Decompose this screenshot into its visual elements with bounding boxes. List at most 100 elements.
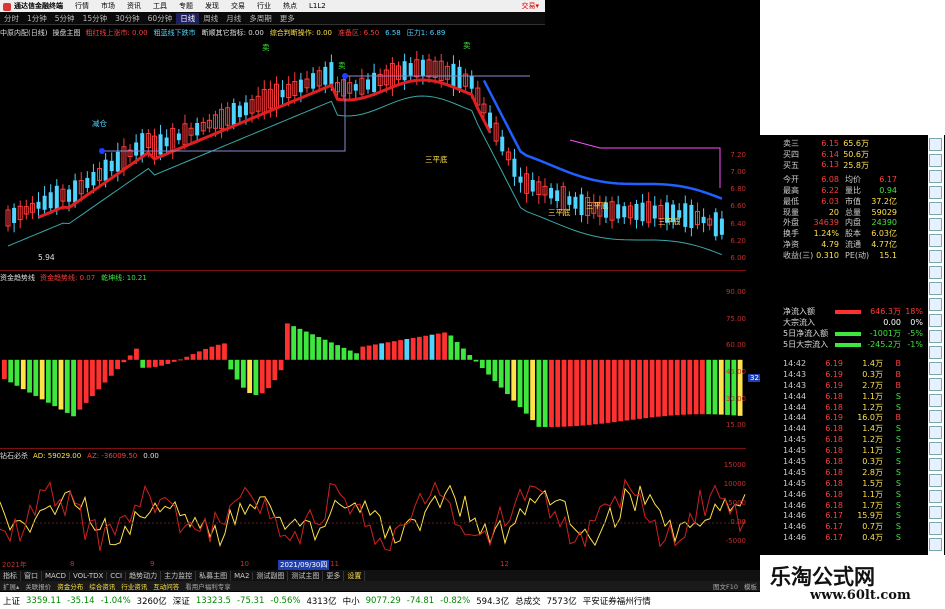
indicator-tab[interactable]: 趋势动力 xyxy=(126,570,162,581)
period-9[interactable]: 多周期 xyxy=(245,13,276,24)
info-tab-right[interactable]: 图文F10 xyxy=(710,583,741,591)
menu-item[interactable]: 发现 xyxy=(199,1,225,11)
side-tool-icon[interactable] xyxy=(929,458,942,471)
menu-item[interactable]: L1L2 xyxy=(303,2,332,10)
indicator-tab[interactable]: 更多 xyxy=(323,570,345,581)
side-tool-icon[interactable] xyxy=(929,442,942,455)
side-tool-icon[interactable] xyxy=(929,266,942,279)
info-tab[interactable]: 行业资讯 xyxy=(118,581,150,591)
main-indicator-name[interactable]: 操盘主图 xyxy=(52,28,80,38)
side-tool-icon[interactable] xyxy=(929,426,942,439)
period-5[interactable]: 60分钟 xyxy=(144,13,177,24)
fund-trend-chart[interactable] xyxy=(0,283,746,448)
indicator-param: 6.58 xyxy=(385,28,401,37)
info-tab-right[interactable]: 模板 xyxy=(741,583,760,591)
status-item: 中小 xyxy=(342,596,360,607)
menu-item[interactable]: 交易 xyxy=(225,1,251,11)
menu-item[interactable]: 资讯 xyxy=(121,1,147,11)
period-10[interactable]: 更多 xyxy=(276,13,299,24)
stat-value: 59029 xyxy=(871,207,897,217)
stat-value: 4.77亿 xyxy=(871,240,897,250)
side-tool-icon[interactable] xyxy=(929,410,942,423)
side-tool-icon[interactable] xyxy=(929,378,942,391)
side-tool-icon[interactable] xyxy=(929,282,942,295)
side-tool-icon[interactable] xyxy=(929,394,942,407)
tick-price: 6.18 xyxy=(825,467,843,477)
trade-menu-link[interactable]: 交易▾ xyxy=(515,1,545,11)
candle-body xyxy=(518,176,523,183)
indicator-tab[interactable]: 设置 xyxy=(344,570,366,581)
period-3[interactable]: 15分钟 xyxy=(79,13,112,24)
indicator-param: AD: 59029.00 xyxy=(33,451,82,460)
indicator-tab[interactable]: 主力监控 xyxy=(161,570,197,581)
menu-item[interactable]: 行业 xyxy=(251,1,277,11)
side-tool-icon[interactable] xyxy=(929,506,942,519)
indicator-tab[interactable]: 测试副图 xyxy=(253,570,289,581)
indicator-tab[interactable]: 指标 xyxy=(0,570,21,581)
diamond-kill-chart[interactable] xyxy=(0,461,746,559)
side-tool-icon[interactable] xyxy=(929,154,942,167)
fund-bar xyxy=(580,359,586,426)
tick-row: 14:45 6.18 1.1万 S xyxy=(783,445,913,456)
info-tab[interactable]: 资金分布 xyxy=(54,581,86,591)
indicator-tab[interactable]: MACD xyxy=(42,571,70,580)
tick-price: 6.18 xyxy=(825,435,843,445)
fund-bar xyxy=(561,359,567,427)
menu-item[interactable]: 行情 xyxy=(69,1,95,11)
info-tab[interactable]: 互动问答 xyxy=(150,581,182,591)
sell-label: 卖 xyxy=(262,43,270,52)
tick-time: 14:42 xyxy=(783,358,807,368)
side-tool-icon[interactable] xyxy=(929,202,942,215)
candlestick-chart[interactable]: 减仓卖卖卖三平底三平底三平底三平底5.94 xyxy=(0,38,746,270)
period-4[interactable]: 30分钟 xyxy=(111,13,144,24)
period-8[interactable]: 月线 xyxy=(222,13,245,24)
period-2[interactable]: 5分钟 xyxy=(51,13,79,24)
candle-body xyxy=(512,158,517,177)
menu-item[interactable]: 热点 xyxy=(277,1,303,11)
sell-label: 卖 xyxy=(338,61,346,70)
menu-item[interactable]: 专题 xyxy=(173,1,199,11)
info-tab[interactable]: 关联报价 xyxy=(22,581,54,591)
side-tool-icon[interactable] xyxy=(929,362,942,375)
stat-label: 总量 xyxy=(845,207,861,217)
fund-bar xyxy=(259,359,265,394)
tick-row: 14:46 6.17 0.7万 S xyxy=(783,521,913,532)
side-tool-icon[interactable] xyxy=(929,218,942,231)
indicator-tab[interactable]: 测试主图 xyxy=(288,570,324,581)
period-0[interactable]: 分时 xyxy=(0,13,23,24)
low-indicator-name[interactable]: 钻石必杀 xyxy=(0,451,28,461)
indicator-tab[interactable]: VOL-TDX xyxy=(70,571,108,580)
tick-direction: S xyxy=(895,391,901,401)
side-tool-icon[interactable] xyxy=(929,490,942,503)
side-tool-icon[interactable] xyxy=(929,186,942,199)
side-tool-icon[interactable] xyxy=(929,250,942,263)
period-1[interactable]: 1分钟 xyxy=(23,13,51,24)
info-tab[interactable]: 看用户福利专享 xyxy=(182,581,234,591)
menu-item[interactable]: 市场 xyxy=(95,1,121,11)
side-tool-icon[interactable] xyxy=(929,298,942,311)
info-tab[interactable]: 扩展▴ xyxy=(0,581,22,591)
side-tool-icon[interactable] xyxy=(929,314,942,327)
indicator-tab[interactable]: CCI xyxy=(107,571,127,580)
side-tool-icon[interactable] xyxy=(929,330,942,343)
info-tab[interactable]: 综合资讯 xyxy=(86,581,118,591)
side-tool-icon[interactable] xyxy=(929,474,942,487)
side-tool-icon[interactable] xyxy=(929,538,942,551)
indicator-tab[interactable]: MA2 xyxy=(231,571,254,580)
side-tool-icon[interactable] xyxy=(929,138,942,151)
indicator-tab[interactable]: 私募主图 xyxy=(196,570,232,581)
period-6[interactable]: 日线 xyxy=(176,12,200,24)
mid-indicator-name[interactable]: 资金趋势线 xyxy=(0,273,35,283)
side-tool-icon[interactable] xyxy=(929,522,942,535)
period-7[interactable]: 周线 xyxy=(199,13,222,24)
side-tool-icon[interactable] xyxy=(929,234,942,247)
side-tool-icon[interactable] xyxy=(929,346,942,359)
tick-list[interactable]: 14:42 6.19 1.4万 B 14:43 6.19 0.3万 B 14:43 6.19 2.7… xyxy=(783,358,913,543)
fund-bar xyxy=(630,359,636,420)
menu-item[interactable]: 工具 xyxy=(147,1,173,11)
app-title: 通达信金融终端 xyxy=(0,1,69,11)
indicator-tab[interactable]: 窗口 xyxy=(21,570,42,581)
tick-direction: S xyxy=(895,446,901,456)
flow-label: 净流入额 xyxy=(783,307,815,316)
side-tool-icon[interactable] xyxy=(929,170,942,183)
